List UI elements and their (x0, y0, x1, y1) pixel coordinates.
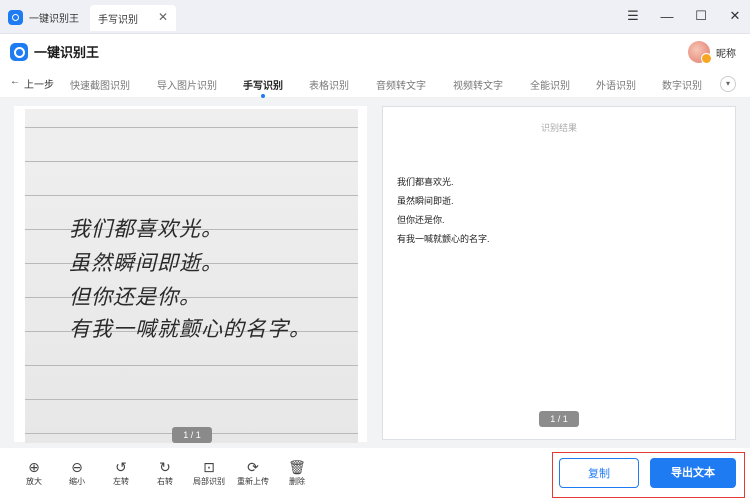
ruled-line (25, 399, 358, 400)
close-window-icon[interactable]: ✕ (726, 8, 744, 24)
trash-icon: 🗑 (288, 459, 306, 475)
nav-item-audio[interactable]: 音频转文字 (376, 77, 426, 92)
zoom-in-button[interactable]: ⊕ 放大 (16, 458, 52, 487)
zoom-out-icon: ⊖ (71, 459, 83, 475)
nav-item-quick-screenshot[interactable]: 快速截图识别 (70, 77, 130, 92)
tool-label: 重新上传 (237, 477, 269, 486)
back-button[interactable]: ← 上一步 (10, 76, 54, 91)
result-line: 有我一喊就颤心的名字. (397, 234, 490, 244)
username[interactable]: 昵称 (716, 45, 736, 60)
avatar[interactable] (688, 41, 712, 64)
result-panel[interactable]: 识别结果 我们都喜欢光. 虽然瞬间即逝. 但你还是你. 有我一喊就颤心的名字. … (382, 106, 736, 440)
handwriting-line: 虽然瞬间即逝。 (69, 251, 223, 275)
tool-label: 左转 (113, 477, 129, 486)
result-page-indicator: 1 / 1 (539, 411, 579, 427)
nav-item-table[interactable]: 表格识别 (309, 77, 349, 92)
arrow-left-icon: ← (10, 76, 20, 87)
rotate-right-button[interactable]: ↻ 右转 (147, 458, 183, 487)
close-tab-icon[interactable]: ✕ (158, 10, 168, 24)
nav-item-all-in-one[interactable]: 全能识别 (530, 77, 570, 92)
workspace: 我们都喜欢光。 虽然瞬间即逝。 但你还是你。 有我一喊就颤心的名字。 1 / 1… (0, 98, 750, 448)
result-line: 但你还是你. (397, 215, 445, 225)
export-text-button[interactable]: 导出文本 (650, 458, 736, 488)
reupload-icon: ⟳ (247, 459, 259, 475)
minimize-icon[interactable]: — (658, 9, 676, 24)
partial-recognize-icon: ⊡ (203, 459, 215, 475)
nav-item-video[interactable]: 视频转文字 (453, 77, 503, 92)
handwriting-photo: 我们都喜欢光。 虽然瞬间即逝。 但你还是你。 有我一喊就颤心的名字。 1 / 1 (25, 109, 358, 443)
user-profile[interactable]: 昵称 (688, 41, 736, 64)
tool-label: 缩小 (69, 477, 85, 486)
handwriting-line: 但你还是你。 (69, 285, 201, 309)
bottom-toolbar: ⊕ 放大 ⊖ 缩小 ↺ 左转 ↻ 右转 ⊡ 局部识别 ⟳ 重新上传 🗑 删除 复… (0, 448, 750, 500)
zoom-out-button[interactable]: ⊖ 缩小 (59, 458, 95, 487)
rotate-right-icon: ↻ (159, 459, 171, 475)
app-tab-label: 一键识别王 (29, 14, 79, 25)
rotate-left-icon: ↺ (115, 459, 127, 475)
tool-label: 右转 (157, 477, 173, 486)
image-preview-panel: 我们都喜欢光。 虽然瞬间即逝。 但你还是你。 有我一喊就颤心的名字。 1 / 1 (14, 106, 367, 443)
result-text[interactable]: 我们都喜欢光. 虽然瞬间即逝. 但你还是你. 有我一喊就颤心的名字. (397, 173, 490, 249)
title-bar: 一键识别王 手写识别 ✕ ☰ — ☐ ✕ (0, 0, 750, 34)
tool-label: 局部识别 (193, 477, 225, 486)
ruled-line (25, 195, 358, 196)
result-line: 我们都喜欢光. (397, 177, 454, 187)
ruled-line (25, 365, 358, 366)
rotate-left-button[interactable]: ↺ 左转 (103, 458, 139, 487)
tool-label: 放大 (26, 477, 42, 486)
app-logo-icon (8, 10, 23, 25)
app-header: 一键识别王 昵称 (0, 34, 750, 70)
brand-logo-icon (10, 42, 28, 61)
brand-name: 一键识别王 (34, 45, 100, 60)
delete-button[interactable]: 🗑 删除 (279, 458, 315, 487)
menu-icon[interactable]: ☰ (624, 8, 642, 24)
chevron-down-icon[interactable]: ▾ (720, 76, 736, 92)
handwriting-line: 有我一喊就颤心的名字。 (69, 317, 311, 341)
brand: 一键识别王 (10, 42, 99, 61)
tab-label: 手写识别 (98, 14, 138, 26)
copy-button[interactable]: 复制 (559, 458, 639, 488)
result-line: 虽然瞬间即逝. (397, 196, 454, 206)
nav-item-import-image[interactable]: 导入图片识别 (157, 77, 217, 92)
nav-item-handwriting[interactable]: 手写识别 (243, 77, 283, 92)
nav-item-digits[interactable]: 数字识别 (662, 77, 702, 92)
tool-label: 删除 (289, 477, 305, 486)
back-label: 上一步 (24, 80, 54, 91)
result-title: 识别结果 (540, 123, 577, 133)
ruled-line (25, 161, 358, 162)
reupload-button[interactable]: ⟳ 重新上传 (235, 458, 271, 487)
feature-nav: ← 上一步 快速截图识别 导入图片识别 手写识别 表格识别 音频转文字 视频转文… (0, 70, 750, 98)
maximize-icon[interactable]: ☐ (692, 8, 710, 24)
handwriting-line: 我们都喜欢光。 (69, 217, 223, 241)
image-page-indicator: 1 / 1 (172, 427, 212, 443)
app-tab[interactable]: 一键识别王 (8, 5, 79, 30)
partial-recognize-button[interactable]: ⊡ 局部识别 (191, 458, 227, 487)
tab-handwriting[interactable]: 手写识别 ✕ (90, 5, 176, 31)
window-controls: ☰ — ☐ ✕ (624, 8, 744, 24)
ruled-line (25, 127, 358, 128)
zoom-in-icon: ⊕ (28, 459, 40, 475)
nav-item-foreign[interactable]: 外语识别 (596, 77, 636, 92)
